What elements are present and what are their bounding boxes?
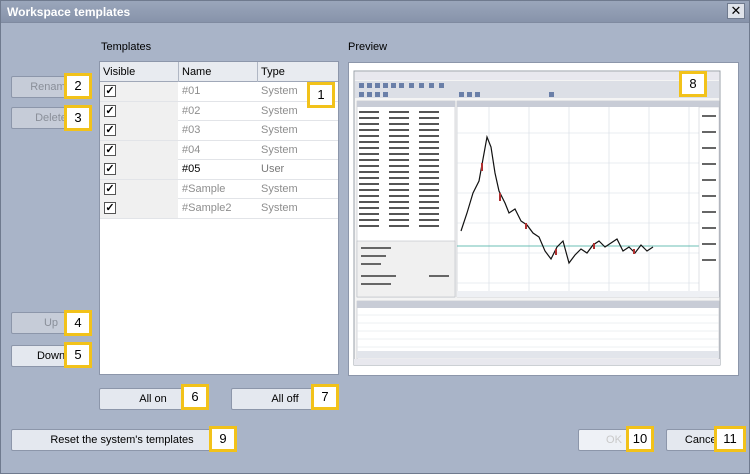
template-type: System [261, 104, 298, 117]
table-header: Visible Name Type [100, 62, 338, 82]
callout-badge-10: 10 [626, 426, 654, 452]
callout-badge-9: 9 [209, 426, 237, 452]
visible-checkbox[interactable]: ✓ [104, 163, 116, 175]
table-row[interactable]: ✓ #02 System [100, 101, 338, 121]
callout-badge-4: 4 [64, 310, 92, 336]
template-type: System [261, 182, 298, 195]
template-name: #05 [182, 163, 201, 175]
window-title: Workspace templates [7, 5, 131, 19]
column-header-type[interactable]: Type [258, 62, 338, 82]
template-name: #02 [182, 104, 201, 117]
visible-checkbox[interactable]: ✓ [104, 182, 116, 195]
reset-system-templates-button[interactable]: Reset the system's templates [11, 429, 233, 451]
close-button[interactable]: ✕ [727, 3, 745, 19]
table-row[interactable]: ✓ #05 User [100, 160, 338, 180]
preview-label: Preview [348, 41, 388, 53]
callout-badge-5: 5 [64, 342, 92, 368]
table-row[interactable]: ✓ #04 System [100, 140, 338, 160]
table-row[interactable]: ✓ #Sample System [100, 179, 338, 199]
column-header-name[interactable]: Name [179, 62, 258, 82]
templates-label: Templates [101, 41, 152, 53]
template-type: System [261, 202, 298, 214]
column-header-visible[interactable]: Visible [100, 62, 179, 82]
templates-table: Visible Name Type ✓ #01 System ✓ #02 Sys… [99, 61, 339, 375]
preview-thumbnail-image [349, 63, 738, 375]
template-name: #Sample2 [182, 202, 232, 214]
template-type: System [261, 143, 298, 156]
template-name: #Sample [182, 182, 226, 195]
visible-checkbox[interactable]: ✓ [104, 104, 116, 117]
template-preview [348, 62, 739, 376]
callout-badge-3: 3 [64, 105, 92, 131]
visible-checkbox[interactable]: ✓ [104, 85, 116, 97]
callout-badge-7: 7 [311, 384, 339, 410]
template-type: System [261, 85, 298, 97]
template-name: #03 [182, 124, 201, 136]
callout-badge-6: 6 [181, 384, 209, 410]
workspace-templates-dialog: Workspace templates ✕ Templates Preview … [0, 0, 750, 474]
callout-badge-11: 11 [714, 426, 746, 452]
callout-badge-8: 8 [679, 71, 707, 97]
table-row[interactable]: ✓ #01 System [100, 82, 338, 102]
visible-checkbox[interactable]: ✓ [104, 202, 116, 214]
table-row[interactable]: ✓ #03 System [100, 121, 338, 141]
template-type: System [261, 124, 298, 136]
title-bar: Workspace templates ✕ [1, 1, 749, 23]
visible-checkbox[interactable]: ✓ [104, 124, 116, 136]
visible-checkbox[interactable]: ✓ [104, 143, 116, 156]
callout-badge-2: 2 [64, 73, 92, 99]
template-name: #04 [182, 143, 201, 156]
template-type: User [261, 163, 285, 175]
template-name: #01 [182, 85, 201, 97]
callout-badge-1: 1 [307, 82, 335, 108]
table-row[interactable]: ✓ #Sample2 System [100, 199, 338, 219]
